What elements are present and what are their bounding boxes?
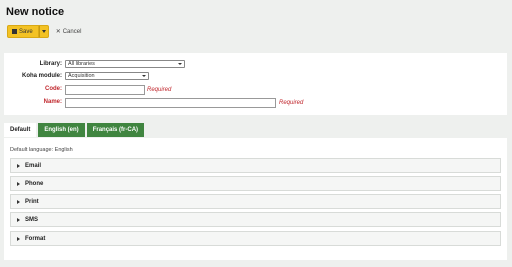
cancel-link[interactable]: ✕ Cancel [55, 28, 82, 36]
caret-down-icon [41, 30, 46, 33]
chevron-down-icon [142, 75, 146, 77]
code-label: Code: [45, 86, 62, 92]
tab-default[interactable]: Default [4, 123, 37, 137]
caret-right-icon [17, 181, 20, 186]
default-language-text: Default language: English [10, 147, 73, 153]
code-input[interactable] [65, 85, 145, 95]
section-format[interactable]: Format [10, 231, 501, 246]
section-print-label: Print [25, 198, 39, 205]
toolbar: Save ✕ Cancel [7, 25, 81, 38]
caret-right-icon [17, 163, 20, 168]
section-sms-label: SMS [25, 216, 39, 223]
library-label: Library: [39, 61, 62, 67]
notice-form: Library: All libraries Koha module: Acqu… [4, 53, 507, 115]
language-tabs: Default English (en) Français (fr-CA) [4, 123, 146, 137]
library-select-value: All libraries [68, 61, 95, 67]
section-format-label: Format [25, 235, 46, 242]
save-button[interactable]: Save [7, 25, 39, 38]
close-icon: ✕ [55, 29, 61, 35]
name-label: Name: [43, 99, 62, 105]
caret-right-icon [17, 199, 20, 204]
caret-right-icon [17, 217, 20, 222]
save-options-dropdown[interactable] [38, 25, 49, 38]
code-required-note: Required [147, 87, 172, 93]
tab-french[interactable]: Français (fr-CA) [86, 123, 145, 137]
save-button-label: Save [19, 28, 33, 35]
name-required-note: Required [279, 100, 304, 106]
koha-module-select[interactable]: Acquisition [65, 72, 149, 80]
page-title: New notice [6, 6, 65, 18]
tab-english[interactable]: English (en) [38, 123, 85, 137]
section-phone-label: Phone [25, 180, 44, 187]
section-phone[interactable]: Phone [10, 176, 501, 191]
section-print[interactable]: Print [10, 194, 501, 209]
koha-module-label: Koha module: [22, 73, 62, 79]
name-input[interactable] [65, 98, 276, 108]
section-sms[interactable]: SMS [10, 212, 501, 227]
tab-panel: Default language: English Email Phone Pr… [4, 138, 507, 260]
library-select[interactable]: All libraries [65, 60, 185, 68]
cancel-label: Cancel [62, 28, 82, 35]
koha-module-select-value: Acquisition [68, 73, 95, 79]
section-email-label: Email [25, 162, 42, 169]
caret-right-icon [17, 236, 20, 241]
save-icon [12, 29, 17, 34]
chevron-down-icon [178, 63, 182, 65]
section-email[interactable]: Email [10, 158, 501, 173]
